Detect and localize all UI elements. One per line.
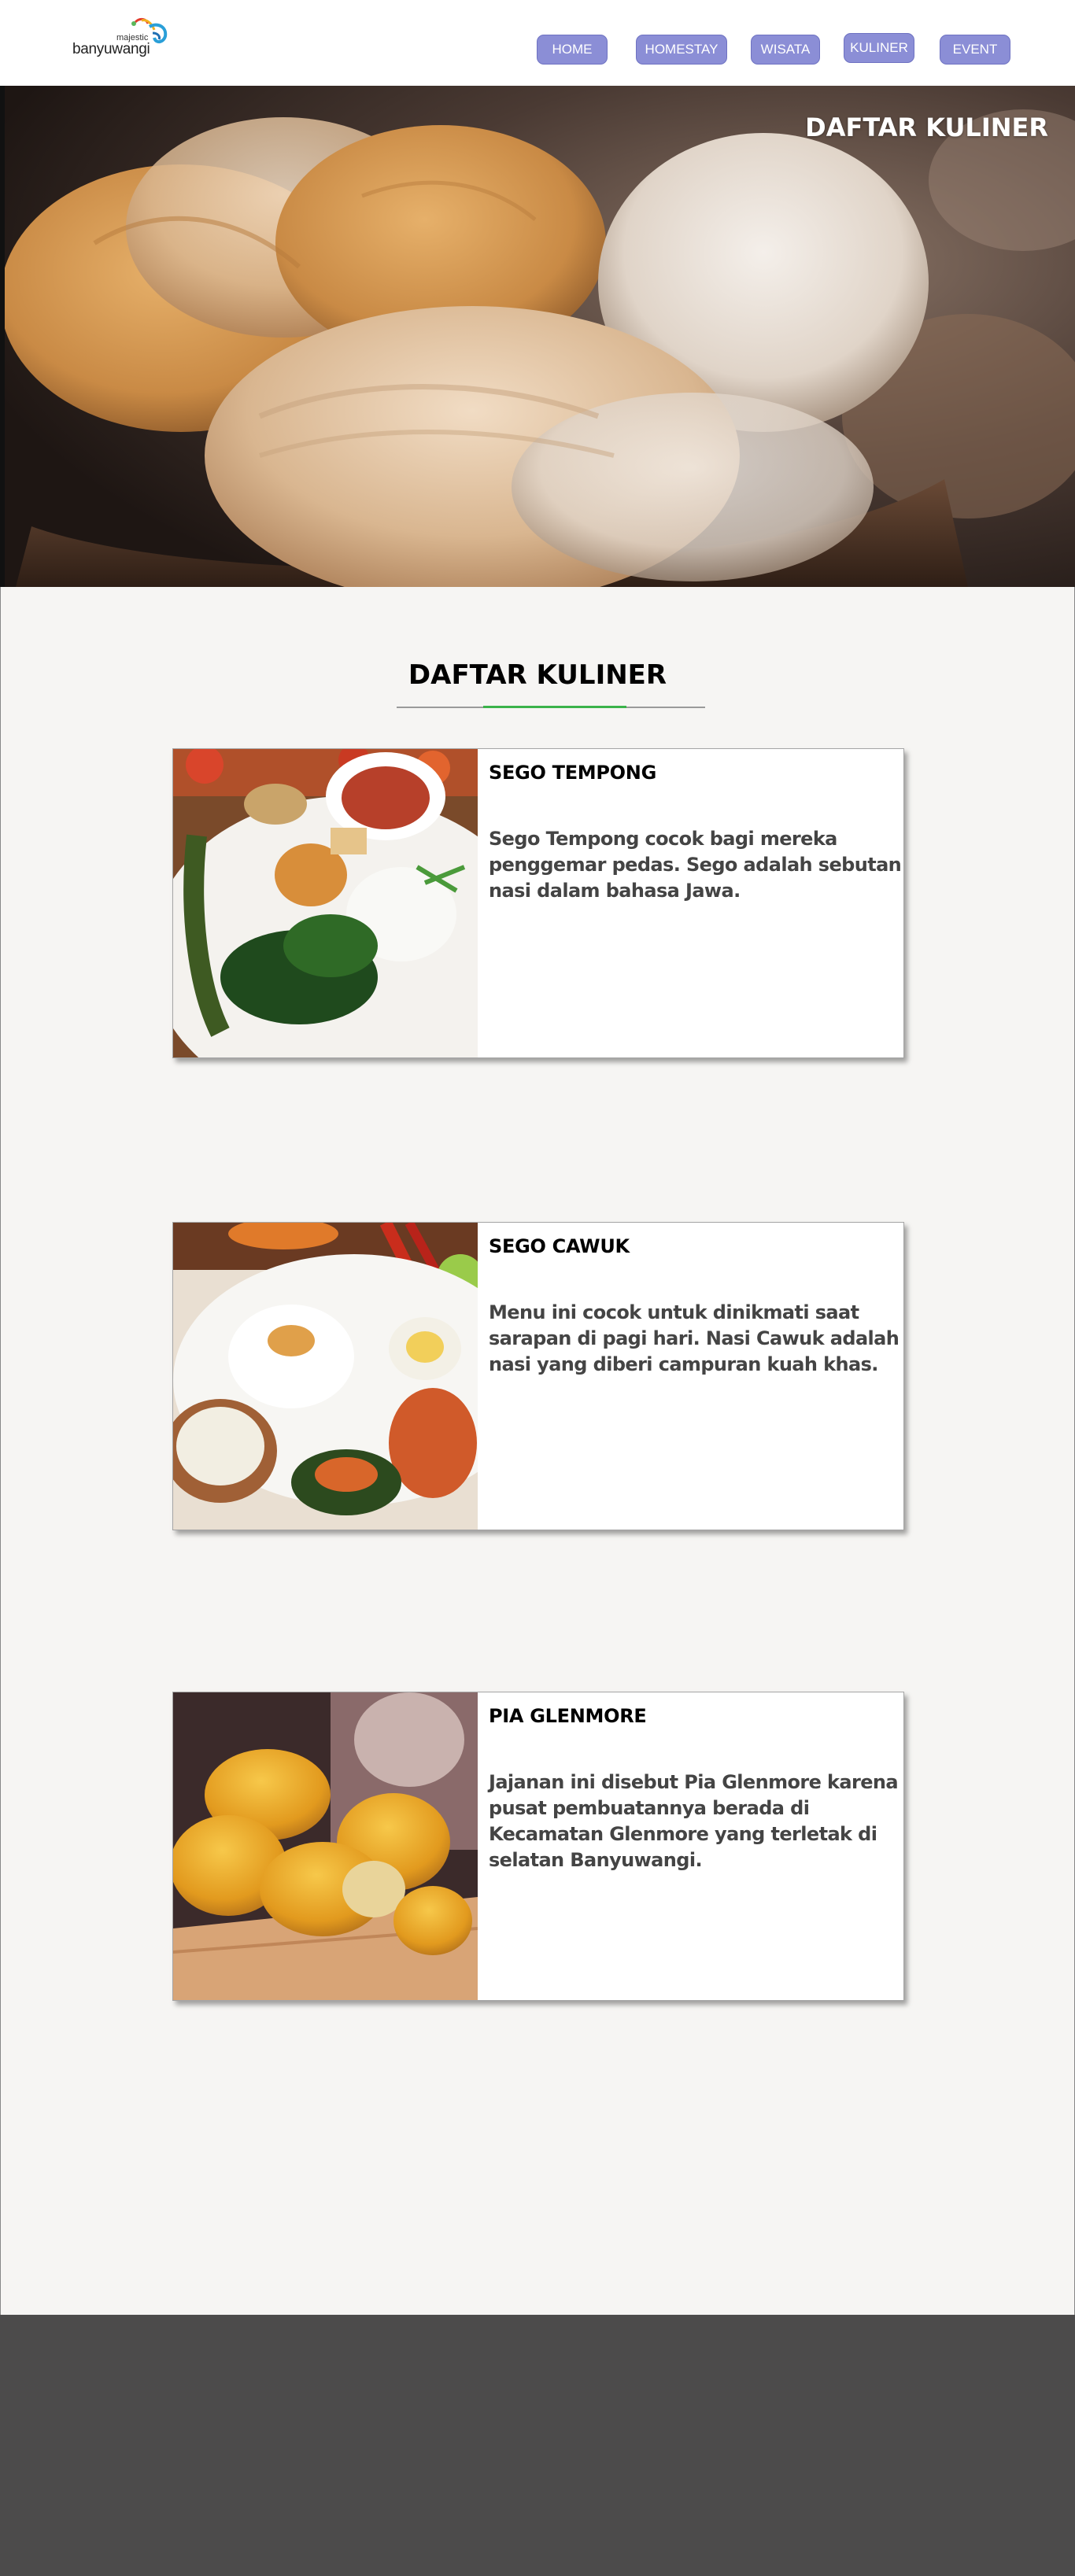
sego-cawuk-image [173, 1223, 478, 1530]
section-title: DAFTAR KULINER [408, 659, 667, 691]
card-title: SEGO TEMPONG [489, 762, 656, 784]
hero-food-photo [0, 86, 1075, 587]
card-description: Sego Tempong cocok bagi mereka penggemar… [489, 828, 902, 902]
section-divider-accent [483, 706, 626, 708]
sego-tempong-image [173, 749, 478, 1057]
nav-kuliner-button[interactable]: KULINER [844, 33, 914, 63]
pia-glenmore-image [173, 1692, 478, 2000]
site-header: majestic banyuwangi HOME HOMESTAY WISATA… [0, 0, 1075, 86]
kuliner-card-sego-cawuk[interactable]: SEGO CAWUK Menu ini cocok untuk dinikmat… [172, 1222, 904, 1530]
nav-homestay-button[interactable]: HOMESTAY [636, 35, 727, 65]
card-title: SEGO CAWUK [489, 1235, 630, 1257]
hero-banner: DAFTAR KULINER [0, 86, 1075, 587]
kuliner-card-sego-tempong[interactable]: SEGO TEMPONG Sego Tempong cocok bagi mer… [172, 748, 904, 1058]
nav-event-button[interactable]: EVENT [940, 35, 1010, 65]
hero-title: DAFTAR KULINER [805, 113, 1048, 142]
nav-wisata-button[interactable]: WISATA [751, 35, 820, 65]
card-description: Menu ini cocok untuk dinikmati saat sara… [489, 1301, 900, 1375]
hero-left-edge [0, 86, 5, 587]
nav-home-button[interactable]: HOME [537, 35, 608, 65]
logo-wordmark: banyuwangi [72, 41, 150, 57]
card-description: Jajanan ini disebut Pia Glenmore karena … [489, 1771, 899, 1871]
card-title: PIA GLENMORE [489, 1705, 647, 1727]
kuliner-card-pia-glenmore[interactable]: PIA GLENMORE Jajanan ini disebut Pia Gle… [172, 1692, 904, 2001]
site-footer [0, 2315, 1075, 2576]
banyuwangi-logo[interactable]: majestic banyuwangi [71, 16, 197, 63]
